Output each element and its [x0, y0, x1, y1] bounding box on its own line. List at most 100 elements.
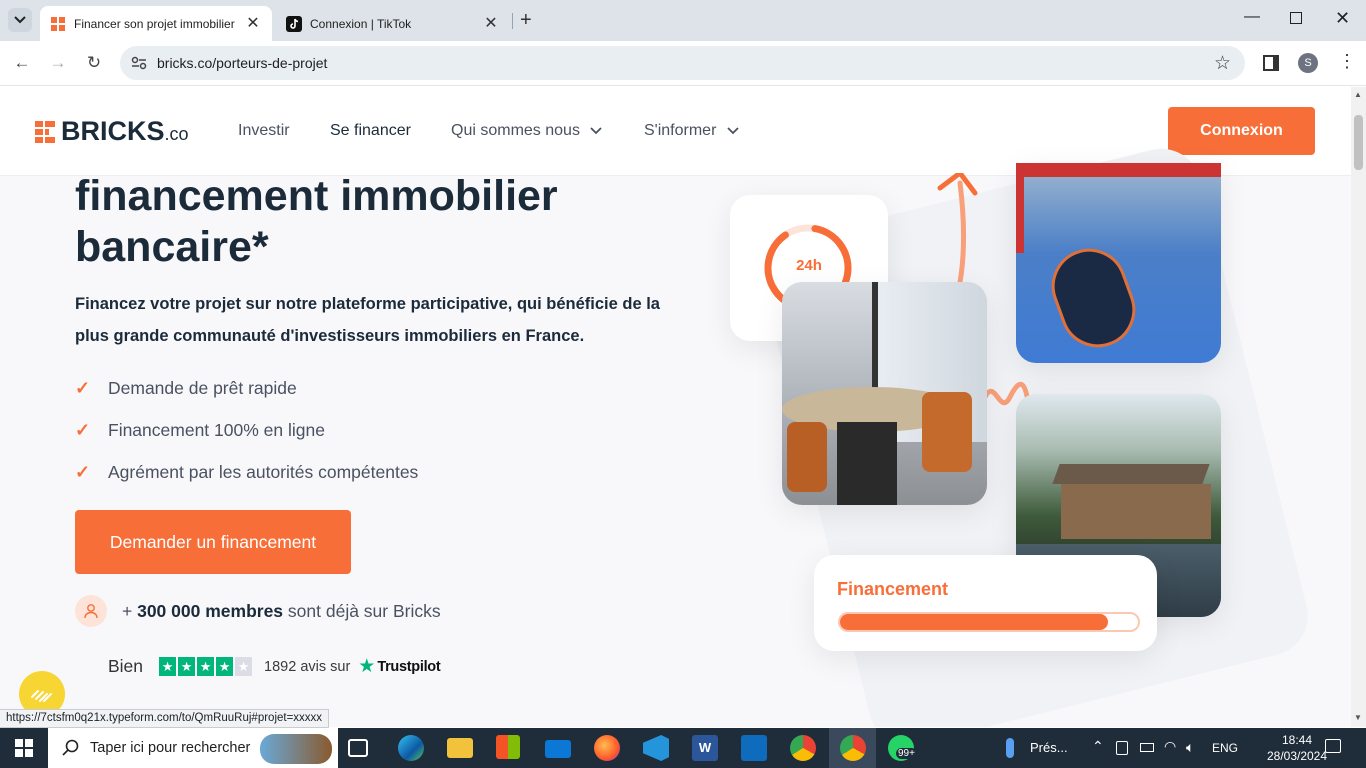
- status-bar-url: https://7ctsfm0q21x.typeform.com/to/QmRu…: [0, 709, 330, 728]
- feature-item: ✓ Agrément par les autorités compétentes: [75, 462, 418, 483]
- side-panel-icon[interactable]: [1263, 55, 1279, 71]
- task-view-icon[interactable]: [348, 739, 368, 757]
- feature-label: Agrément par les autorités compétentes: [108, 462, 419, 482]
- photos-icon[interactable]: [741, 735, 767, 761]
- scroll-down-icon[interactable]: ▼: [1354, 713, 1362, 722]
- trustpilot-star-icon: ★: [358, 656, 376, 677]
- bricks-logo[interactable]: BRICKS .co: [35, 116, 189, 146]
- hero-headline: financement immobilier bancaire*: [75, 171, 695, 273]
- site-settings-icon[interactable]: [131, 56, 147, 70]
- checkmark-icon: ✓: [75, 378, 91, 398]
- language-indicator[interactable]: ENG: [1212, 741, 1238, 755]
- forward-icon[interactable]: →: [46, 51, 70, 75]
- nav-s-informer[interactable]: S'informer: [644, 122, 739, 140]
- feature-item: ✓ Financement 100% en ligne: [75, 420, 325, 441]
- financing-progress-fill: [840, 614, 1109, 630]
- browser-toolbar: ← → ↻ bricks.co/porteurs-de-projet ☆ S ⋮: [0, 41, 1366, 86]
- scroll-up-icon[interactable]: ▲: [1354, 90, 1362, 99]
- feature-item: ✓ Demande de prêt rapide: [75, 378, 297, 399]
- timer-label: 24h: [796, 257, 822, 274]
- nav-se-financer[interactable]: Se financer: [330, 122, 411, 140]
- taskbar-search[interactable]: Taper ici pour rechercher: [48, 728, 338, 768]
- handshake-icon: [31, 690, 52, 702]
- edge-icon[interactable]: [398, 735, 424, 761]
- scrollbar-thumb[interactable]: [1354, 115, 1363, 170]
- user-icon: [75, 595, 107, 627]
- clock-date: 28/03/2024: [1266, 749, 1328, 763]
- restore-button[interactable]: [1290, 12, 1302, 24]
- chevron-down-icon: [590, 127, 603, 135]
- tiktok-icon: [286, 15, 302, 32]
- nav-investir[interactable]: Investir: [238, 122, 290, 140]
- members-suffix: sont déjà sur Bricks: [283, 600, 441, 621]
- tab-tiktok[interactable]: Connexion | TikTok ✕: [276, 6, 510, 41]
- close-icon[interactable]: ✕: [482, 15, 500, 33]
- whatsapp-badge: 99+: [896, 748, 917, 759]
- bricks-logo-icon: [35, 121, 55, 143]
- tab-bricks[interactable]: Financer son projet immobilier ✕: [40, 6, 272, 41]
- financing-card: Financement: [814, 555, 1157, 651]
- tab-search-button[interactable]: [8, 8, 32, 32]
- padel-racket: [1041, 238, 1146, 358]
- microsoft-store-icon[interactable]: [496, 735, 520, 759]
- profile-avatar[interactable]: S: [1298, 53, 1318, 73]
- close-icon[interactable]: ✕: [244, 15, 262, 33]
- battery-icon[interactable]: [1140, 743, 1154, 752]
- trust-reviews: 1892 avis sur: [264, 658, 351, 675]
- file-explorer-icon[interactable]: [447, 738, 473, 758]
- feature-label: Financement 100% en ligne: [108, 420, 325, 440]
- table-base: [837, 422, 897, 505]
- rating-star-icon: ★: [216, 657, 234, 676]
- meet-now-icon[interactable]: [1116, 741, 1128, 755]
- login-button[interactable]: Connexion: [1168, 107, 1315, 155]
- financing-progress-track: [838, 612, 1140, 632]
- chrome-icon[interactable]: [840, 735, 866, 761]
- bricks-logo-icon: [51, 16, 65, 31]
- members-count: 300 000 membres: [137, 600, 284, 621]
- firefox-icon[interactable]: [594, 735, 620, 761]
- chrome-profile-icon[interactable]: [790, 735, 816, 761]
- checkmark-icon: ✓: [75, 462, 91, 482]
- rating-star-icon: ★: [178, 657, 196, 676]
- logo-text: BRICKS: [61, 116, 165, 146]
- weather-text[interactable]: Prés...: [1030, 740, 1068, 755]
- bookmark-star-icon[interactable]: ☆: [1214, 52, 1231, 75]
- notification-icon[interactable]: [1325, 739, 1341, 753]
- taskbar-clock[interactable]: 18:44 28/03/2024: [1263, 732, 1331, 764]
- mail-icon[interactable]: [545, 740, 571, 758]
- wifi-icon[interactable]: ◠: [1164, 738, 1176, 755]
- close-window-button[interactable]: ✕: [1335, 8, 1350, 29]
- search-icon: [62, 739, 79, 756]
- members-line: + 300 000 membres sont déjà sur Bricks: [75, 595, 441, 627]
- reload-icon[interactable]: ↻: [82, 51, 106, 75]
- windows-start-icon[interactable]: [15, 739, 33, 757]
- windows-taskbar: Taper ici pour rechercher W 99+ Prés... …: [0, 728, 1366, 768]
- address-bar[interactable]: bricks.co/porteurs-de-projet ☆: [120, 46, 1245, 80]
- volume-icon[interactable]: 🔈︎: [1186, 739, 1194, 756]
- padel-photo: [1016, 163, 1221, 363]
- menu-kebab-icon[interactable]: ⋮: [1338, 51, 1356, 72]
- chair: [922, 392, 972, 472]
- trustpilot-widget[interactable]: Bien ★ ★ ★ ★ ★ 1892 avis sur ★ Trustpilot: [108, 655, 441, 678]
- minimize-button[interactable]: —: [1244, 8, 1260, 26]
- page-scrollbar[interactable]: ▲ ▼: [1351, 87, 1366, 727]
- fence-structure: [1016, 163, 1221, 253]
- tray-chevron-up-icon[interactable]: ⌃: [1092, 738, 1104, 755]
- logo-suffix: .co: [164, 124, 189, 144]
- web-page: financement immobilier bancaire* BRICKS …: [0, 87, 1351, 727]
- checkmark-icon: ✓: [75, 420, 91, 440]
- nav-label: Qui sommes nous: [451, 122, 580, 139]
- rating-star-icon: ★: [159, 657, 177, 676]
- request-financing-button[interactable]: Demander un financement: [75, 510, 351, 574]
- vscode-icon[interactable]: [643, 735, 669, 761]
- beaver-illustration-icon: [260, 734, 332, 764]
- nav-qui-sommes-nous[interactable]: Qui sommes nous: [451, 122, 603, 140]
- back-icon[interactable]: ←: [10, 51, 34, 75]
- chevron-down-icon: [14, 16, 26, 24]
- word-icon[interactable]: W: [692, 735, 718, 761]
- members-prefix: +: [122, 600, 138, 621]
- trust-stars: ★ ★ ★ ★ ★: [159, 657, 254, 676]
- new-tab-button[interactable]: +: [520, 9, 532, 32]
- browser-tab-strip: Financer son projet immobilier ✕ Connexi…: [0, 0, 1366, 41]
- weather-thermometer-icon[interactable]: [1006, 738, 1014, 758]
